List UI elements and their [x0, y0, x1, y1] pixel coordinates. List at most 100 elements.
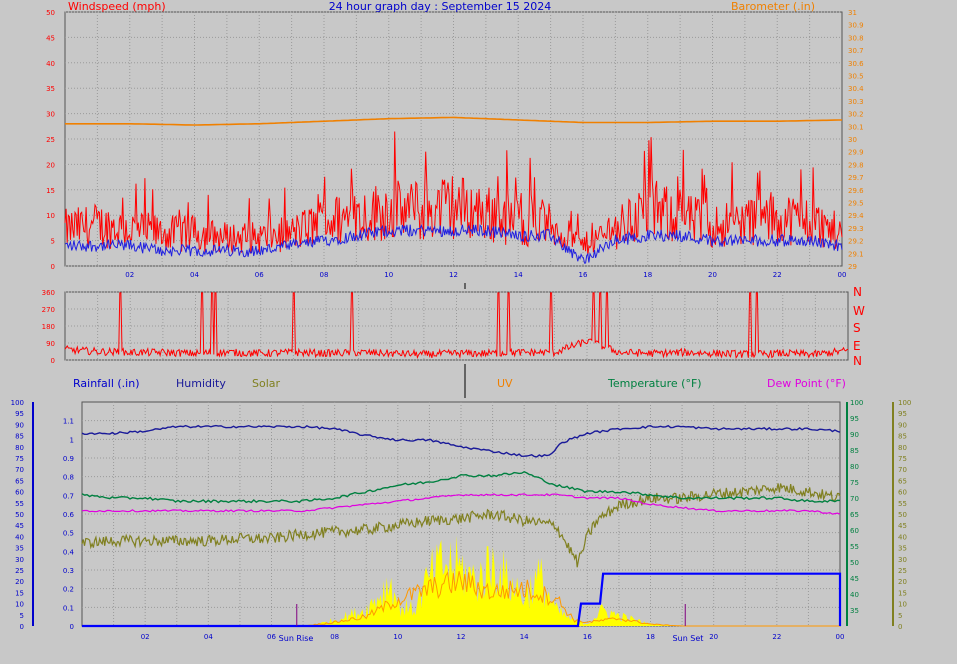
- solar-tick-label: 75: [898, 455, 907, 463]
- barometer-tick-label: 30.6: [848, 60, 864, 68]
- direction-tick-label: 0: [51, 357, 55, 365]
- humidity-label: Humidity: [176, 377, 226, 390]
- temperature-tick-label: 45: [850, 575, 859, 583]
- wind-x-tick-label: 04: [190, 271, 199, 279]
- barometer-tick-label: 31: [848, 9, 857, 17]
- barometer-tick-label: 30.7: [848, 47, 864, 55]
- uv-label: UV: [497, 377, 513, 390]
- humidity-tick-label: 35: [15, 545, 24, 553]
- wind-tick-label: 50: [46, 9, 55, 17]
- sunset-label: Sun Set: [673, 634, 704, 643]
- barometer-tick-label: 30.5: [848, 73, 864, 81]
- temperature-tick-label: 75: [850, 479, 859, 487]
- rain-tick-label: 0.9: [63, 455, 74, 463]
- weather-graph-window: 0 5 10 15 20 25 30 35 40 45 50 29 29.1 29.2 29.3 29.4 29…: [0, 0, 957, 660]
- wind-tick-label: 15: [46, 187, 55, 195]
- wind-tick-label: 40: [46, 60, 55, 68]
- wind-tick-label: 5: [51, 238, 55, 246]
- wind-tick-label: 20: [46, 161, 55, 169]
- wind-tick-label: 25: [46, 136, 55, 144]
- solar-tick-label: 90: [898, 421, 907, 429]
- solar-tick-label: 80: [898, 444, 907, 452]
- temperature-tick-label: 100: [850, 399, 863, 407]
- humidity-tick-label: 80: [15, 444, 24, 452]
- rain-tick-label: 0.6: [63, 511, 75, 519]
- barometer-tick-label: 29.5: [848, 200, 864, 208]
- wind-x-tick-label: 10: [384, 271, 393, 279]
- barometer-tick-label: 30.8: [848, 34, 864, 42]
- barometer-tick-label: 29.4: [848, 212, 864, 220]
- temperature-tick-label: 80: [850, 463, 859, 471]
- solar-tick-label: 30: [898, 556, 907, 564]
- barometer-tick-label: 29.9: [848, 149, 864, 157]
- solar-tick-label: 95: [898, 410, 907, 418]
- humidity-tick-label: 50: [15, 511, 24, 519]
- temperature-label: Temperature (°F): [607, 377, 702, 390]
- rain-tick-label: 0.7: [63, 492, 74, 500]
- rain-tick-label: 0: [70, 623, 74, 631]
- solar-tick-label: 20: [898, 578, 907, 586]
- rainfall-label: Rainfall (.in): [73, 377, 140, 390]
- barometer-axis-label: Barometer (.in): [731, 0, 815, 13]
- wind-dir-S: S: [853, 321, 861, 335]
- temperature-tick-label: 60: [850, 527, 859, 535]
- wind-x-tick-label: 00: [838, 271, 847, 279]
- humidity-tick-label: 55: [15, 500, 24, 508]
- weather-x-tick-label: 18: [646, 633, 655, 641]
- barometer-tick-label: 29: [848, 263, 857, 271]
- weather-chart: 051015202530354045502929.129.229.329.429…: [11, 0, 912, 643]
- wind-axis-label: Windspeed (mph): [68, 0, 166, 13]
- chart-title: 24 hour graph day : September 15 2024: [329, 0, 552, 13]
- barometer-tick-label: 30.4: [848, 85, 864, 93]
- wind-x-tick-label: 16: [579, 271, 588, 279]
- humidity-tick-label: 100: [11, 399, 24, 407]
- humidity-tick-label: 45: [15, 522, 24, 530]
- temperature-tick-label: 35: [850, 607, 859, 615]
- humidity-tick-label: 65: [15, 477, 24, 485]
- barometer-tick-label: 29.6: [848, 187, 864, 195]
- wind-dir-W: W: [853, 304, 865, 318]
- wind-x-tick-label: 20: [708, 271, 717, 279]
- direction-tick-label: 180: [42, 323, 55, 331]
- temperature-tick-label: 40: [850, 591, 859, 599]
- solar-tick-label: 70: [898, 466, 907, 474]
- barometer-tick-label: 29.8: [848, 161, 864, 169]
- barometer-tick-label: 29.3: [848, 225, 864, 233]
- weather-x-tick-label: 06: [267, 633, 276, 641]
- wind-x-tick-label: 08: [320, 271, 329, 279]
- humidity-tick-label: 25: [15, 567, 24, 575]
- dewpoint-label: Dew Point (°F): [767, 377, 846, 390]
- humidity-tick-label: 30: [15, 556, 24, 564]
- solar-tick-label: 25: [898, 567, 907, 575]
- rain-tick-label: 0.5: [63, 530, 74, 538]
- solar-tick-label: 0: [898, 623, 902, 631]
- solar-tick-label: 100: [898, 399, 911, 407]
- solar-tick-label: 5: [898, 612, 902, 620]
- temperature-tick-label: 50: [850, 559, 859, 567]
- humidity-tick-label: 60: [15, 489, 24, 497]
- barometer-tick-label: 29.1: [848, 250, 864, 258]
- temperature-tick-label: 65: [850, 511, 859, 519]
- humidity-tick-label: 20: [15, 578, 24, 586]
- humidity-tick-label: 5: [20, 612, 24, 620]
- wind-tick-label: 45: [46, 34, 55, 42]
- wind-dir-E: E: [853, 339, 861, 353]
- barometer-tick-label: 29.2: [848, 238, 864, 246]
- wind-direction-grid: [64, 291, 849, 361]
- solar-label: Solar: [252, 377, 281, 390]
- solar-tick-label: 45: [898, 522, 907, 530]
- wind-x-tick-label: 22: [773, 271, 782, 279]
- weather-x-tick-label: 10: [393, 633, 402, 641]
- humidity-tick-label: 40: [15, 533, 24, 541]
- barometer-tick-label: 30.3: [848, 98, 864, 106]
- weather-x-tick-label: 08: [330, 633, 339, 641]
- solar-tick-label: 35: [898, 545, 907, 553]
- rain-tick-label: 0.3: [63, 567, 74, 575]
- wind-dir-N-bottom: N: [853, 354, 862, 368]
- humidity-tick-label: 90: [15, 421, 24, 429]
- solar-tick-label: 55: [898, 500, 907, 508]
- temperature-tick-label: 55: [850, 543, 859, 551]
- humidity-tick-label: 10: [15, 601, 24, 609]
- wind-direction-ticks: 0 90 180 270 360: [42, 289, 55, 365]
- weather-x-tick-label: 02: [141, 633, 150, 641]
